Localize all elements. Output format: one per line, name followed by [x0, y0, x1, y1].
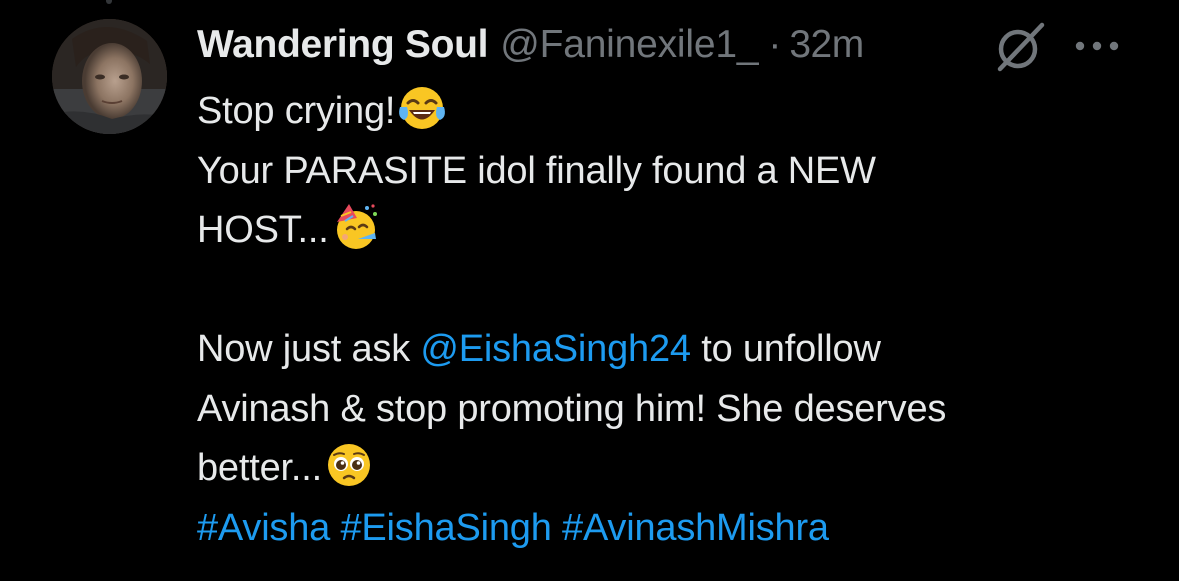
tweet-line: Avinash & stop promoting him! She deserv… [197, 387, 947, 430]
hashtag-link[interactable]: #EishaSingh [340, 507, 551, 549]
header-separator: · [768, 23, 782, 66]
thread-connector [106, 0, 112, 4]
tweet-header: Wandering Soul @Faninexile1_ · 32m [197, 18, 864, 72]
mention-link[interactable]: @EishaSingh24 [420, 328, 691, 370]
hashtag-link[interactable]: #AvinashMishra [562, 507, 829, 549]
hashtag-link[interactable]: #Avisha [197, 507, 330, 549]
tweet-line: HOST... [197, 201, 1157, 261]
tweet-text-segment: HOST... [197, 209, 329, 251]
author-handle[interactable]: @Faninexile1_ [500, 18, 758, 72]
author-display-name[interactable]: Wandering Soul [197, 18, 488, 72]
tweet-text-segment: better... [197, 447, 322, 489]
tweet-line: Your PARASITE idol finally found a NEW [197, 149, 876, 192]
partying-face-emoji [331, 202, 381, 252]
more-options-icon[interactable] [1072, 38, 1122, 54]
tweet-timestamp[interactable]: 32m [789, 18, 864, 72]
tweet-text-segment: Stop crying! [197, 90, 396, 132]
tweet-line: better... [197, 439, 1157, 499]
tweet-line: Now just ask @EishaSingh24 to unfollow [197, 320, 1157, 380]
pleading-face-emoji [324, 440, 374, 490]
grok-icon[interactable] [990, 22, 1046, 72]
tweet-text: Stop crying! Your PARASITE idol finally … [197, 82, 1157, 558]
hashtag-line: #Avisha #EishaSingh #AvinashMishra [197, 499, 1157, 559]
tweet-line: Stop crying! [197, 82, 1157, 142]
tweet[interactable]: Wandering Soul @Faninexile1_ · 32m Stop … [0, 0, 1179, 581]
face-with-tears-of-joy-emoji [397, 83, 447, 133]
avatar[interactable] [52, 19, 167, 134]
tweet-text-segment: Now just ask [197, 328, 421, 370]
tweet-text-segment: to unfollow [690, 328, 881, 370]
